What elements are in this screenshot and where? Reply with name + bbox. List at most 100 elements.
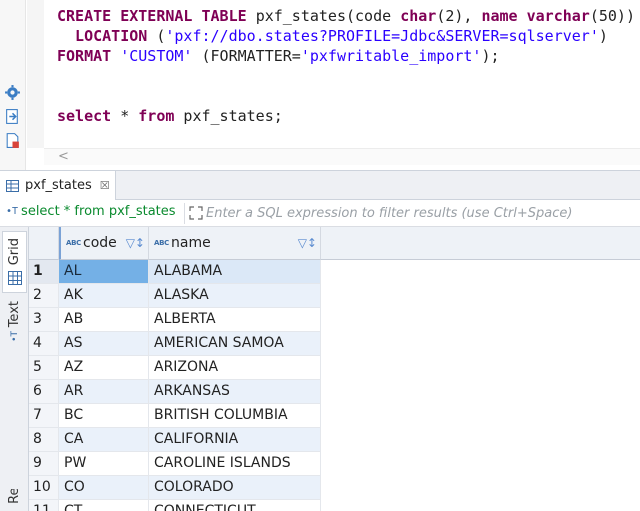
gear-icon[interactable] (4, 84, 21, 101)
table-row[interactable]: 6 AR ARKANSAS (29, 380, 321, 404)
column-header-code[interactable]: ABC code ▽↕ (59, 227, 149, 260)
tab-record[interactable]: Record (2, 489, 27, 511)
code-token: ) (598, 27, 608, 45)
row-number[interactable]: 3 (29, 308, 59, 332)
cell-code[interactable]: AB (59, 308, 149, 332)
cell-name[interactable]: ALASKA (149, 284, 321, 308)
cell-code[interactable]: PW (59, 452, 149, 476)
results-tabbar: pxf_states ☒ (0, 170, 640, 200)
row-number[interactable]: 2 (29, 284, 59, 308)
filter-sort-icon[interactable]: ▽↕ (298, 236, 317, 250)
filter-separator (184, 203, 185, 224)
code-token: select (57, 107, 112, 125)
editor-margin (27, 0, 44, 148)
code-token: 'pxf://dbo.states?PROFILE=Jdbc&SERVER=sq… (165, 27, 599, 45)
table-row[interactable]: 11 CT CONNECTICUT (29, 500, 321, 511)
editor-horizontal-scrollbar[interactable]: < (44, 148, 640, 165)
code-line[interactable] (57, 66, 635, 86)
table-row[interactable]: 9 PW CAROLINE ISLANDS (29, 452, 321, 476)
cell-name[interactable]: CONNECTICUT (149, 500, 321, 511)
tab-pxf-states[interactable]: pxf_states ☒ (0, 171, 116, 200)
grid-icon (7, 271, 22, 286)
code-line[interactable]: select * from pxf_states; (57, 106, 635, 126)
column-title: name (171, 235, 211, 251)
table-row[interactable]: 3 AB ALBERTA (29, 308, 321, 332)
code-token: FORMAT (57, 47, 121, 65)
code-token: name (481, 7, 527, 25)
code-line[interactable]: CREATE EXTERNAL TABLE pxf_states(code ch… (57, 6, 635, 26)
string-type-icon: ABC (66, 239, 81, 247)
code-token: (FORMATTER= (192, 47, 301, 65)
table-row[interactable]: 2 AK ALASKA (29, 284, 321, 308)
row-number[interactable]: 6 (29, 380, 59, 404)
filter-sort-icon[interactable]: ▽↕ (126, 236, 145, 250)
code-token: LOCATION (57, 27, 157, 45)
row-number[interactable]: 7 (29, 404, 59, 428)
scroll-left-icon[interactable]: < (58, 149, 69, 165)
cell-name[interactable]: CAROLINE ISLANDS (149, 452, 321, 476)
cell-name[interactable]: ARIZONA (149, 356, 321, 380)
code-token: CREATE EXTERNAL TABLE (57, 7, 256, 25)
code-token: from (138, 107, 175, 125)
code-line[interactable]: LOCATION ('pxf://dbo.states?PROFILE=Jdbc… (57, 26, 635, 46)
code-line[interactable]: FORMAT 'CUSTOM' (FORMATTER='pxfwritable_… (57, 46, 635, 66)
table-row[interactable]: 5 AZ ARIZONA (29, 356, 321, 380)
header-filler (321, 227, 640, 260)
cell-name[interactable]: ALABAMA (149, 260, 321, 284)
text-icon: •T (9, 331, 20, 343)
cell-name[interactable]: ALBERTA (149, 308, 321, 332)
code-line[interactable] (57, 86, 635, 106)
code-token: ); (481, 47, 500, 65)
cell-code[interactable]: BC (59, 404, 149, 428)
close-icon[interactable]: ☒ (100, 179, 110, 192)
cell-code[interactable]: AZ (59, 356, 149, 380)
row-number[interactable]: 11 (29, 500, 59, 511)
code-token: 'CUSTOM' (120, 47, 193, 65)
row-number[interactable]: 1 (29, 260, 59, 284)
active-query-text: select * from pxf_states (21, 204, 176, 219)
cell-code[interactable]: AK (59, 284, 149, 308)
table-row[interactable]: 4 AS AMERICAN SAMOA (29, 332, 321, 356)
cell-name[interactable]: CALIFORNIA (149, 428, 321, 452)
tab-label: pxf_states (25, 178, 92, 193)
cell-name[interactable]: COLORADO (149, 476, 321, 500)
cell-code[interactable]: CO (59, 476, 149, 500)
filter-expression-input[interactable] (206, 203, 636, 224)
code-token: pxf_states; (174, 107, 283, 125)
table-row[interactable]: 7 BC BRITISH COLUMBIA (29, 404, 321, 428)
cell-code[interactable]: CA (59, 428, 149, 452)
expand-filter-icon[interactable] (189, 206, 203, 220)
column-header-name[interactable]: ABC name ▽↕ (149, 227, 321, 260)
table-row[interactable]: 10 CO COLORADO (29, 476, 321, 500)
row-number[interactable]: 9 (29, 452, 59, 476)
active-query[interactable]: •T select * from pxf_states (6, 204, 176, 219)
cell-name[interactable]: BRITISH COLUMBIA (149, 404, 321, 428)
results-grid[interactable]: ABC code ▽↕ ABC name ▽↕ 1 AL ALABAMA 2 AK ALA… (29, 227, 640, 511)
row-number[interactable]: 8 (29, 428, 59, 452)
editor-gutter (0, 0, 26, 170)
cell-code[interactable]: AS (59, 332, 149, 356)
tab-grid[interactable]: Grid (2, 231, 27, 293)
tab-text[interactable]: Text •T (2, 301, 27, 361)
cell-code[interactable]: CT (59, 500, 149, 511)
script-icon[interactable] (4, 108, 21, 125)
row-number[interactable]: 5 (29, 356, 59, 380)
row-number-header (29, 227, 59, 260)
cell-name[interactable]: ARKANSAS (149, 380, 321, 404)
sql-code[interactable]: CREATE EXTERNAL TABLE pxf_states(code ch… (57, 6, 635, 126)
sql-editor[interactable]: CREATE EXTERNAL TABLE pxf_states(code ch… (0, 0, 640, 170)
row-number[interactable]: 10 (29, 476, 59, 500)
table-row[interactable]: 8 CA CALIFORNIA (29, 428, 321, 452)
table-icon (6, 179, 19, 192)
code-token: pxf_states(code (255, 7, 401, 25)
document-icon[interactable] (4, 132, 21, 149)
cell-name[interactable]: AMERICAN SAMOA (149, 332, 321, 356)
row-number[interactable]: 4 (29, 332, 59, 356)
cell-code[interactable]: AL (59, 260, 149, 284)
tab-grid-label: Grid (7, 238, 22, 266)
code-token: 'pxfwritable_import' (300, 47, 482, 65)
presentation-switcher: Grid Text •T Record (0, 227, 29, 511)
tab-record-label: Record (7, 489, 22, 504)
cell-code[interactable]: AR (59, 380, 149, 404)
table-row[interactable]: 1 AL ALABAMA (29, 260, 321, 284)
